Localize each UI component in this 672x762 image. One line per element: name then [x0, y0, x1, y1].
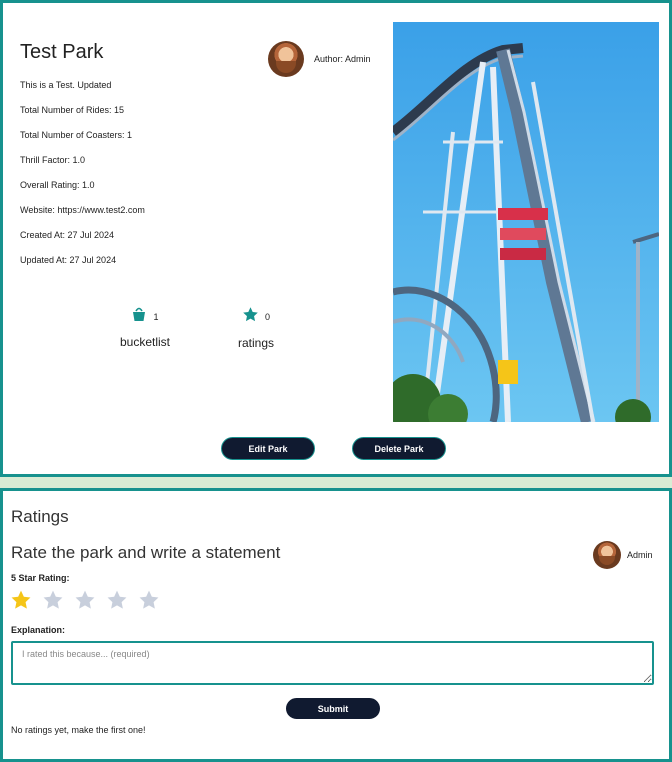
ratings-count: 0	[264, 312, 270, 322]
ratings-label: ratings	[237, 336, 275, 350]
star-icon[interactable]	[242, 306, 259, 328]
bucketlist-count: 1	[153, 311, 159, 322]
bucket-icon[interactable]	[131, 306, 147, 327]
star-5-icon[interactable]	[138, 589, 160, 611]
star-1-icon[interactable]	[10, 589, 32, 611]
overall-rating: Overall Rating: 1.0	[20, 180, 95, 190]
author-label: Author: Admin	[314, 54, 371, 64]
edit-park-button[interactable]: Edit Park	[221, 437, 315, 460]
star-rating-input[interactable]	[10, 589, 160, 611]
website: Website: https://www.test2.com	[20, 205, 145, 215]
park-description: This is a Test. Updated	[20, 80, 112, 90]
author-label: Admin	[627, 550, 653, 560]
total-rides: Total Number of Rides: 15	[20, 105, 125, 115]
submit-button[interactable]: Submit	[286, 698, 380, 719]
ratings-card: Ratings Rate the park and write a statem…	[0, 488, 672, 762]
avatar	[268, 41, 304, 77]
updated-at: Updated At: 27 Jul 2024	[20, 255, 117, 265]
avatar	[593, 541, 621, 569]
total-coasters: Total Number of Coasters: 1	[20, 130, 133, 140]
explanation-label: Explanation:	[11, 625, 66, 635]
park-info-list: This is a Test. Updated Total Number of …	[20, 78, 145, 278]
park-author: Author: Admin	[268, 41, 371, 77]
thrill-factor: Thrill Factor: 1.0	[20, 155, 86, 165]
ratings-stat[interactable]: 0 ratings	[228, 306, 284, 350]
star-3-icon[interactable]	[74, 589, 96, 611]
park-photo	[393, 22, 659, 422]
rate-form-heading: Rate the park and write a statement	[11, 543, 281, 562]
delete-park-button[interactable]: Delete Park	[352, 437, 446, 460]
no-ratings-message: No ratings yet, make the first one!	[11, 725, 146, 735]
star-2-icon[interactable]	[42, 589, 64, 611]
star-rating-label: 5 Star Rating:	[11, 573, 70, 583]
created-at: Created At: 27 Jul 2024	[20, 230, 115, 240]
ratings-heading: Ratings	[11, 507, 69, 526]
star-4-icon[interactable]	[106, 589, 128, 611]
bucketlist-label: bucketlist	[119, 335, 171, 349]
rating-author: Admin	[593, 541, 653, 569]
bucketlist-stat[interactable]: 1 bucketlist	[115, 306, 175, 349]
explanation-textarea[interactable]	[11, 641, 654, 685]
park-title: Test Park	[20, 41, 104, 63]
park-card: Test Park Author: Admin This is a Test. …	[0, 0, 672, 477]
